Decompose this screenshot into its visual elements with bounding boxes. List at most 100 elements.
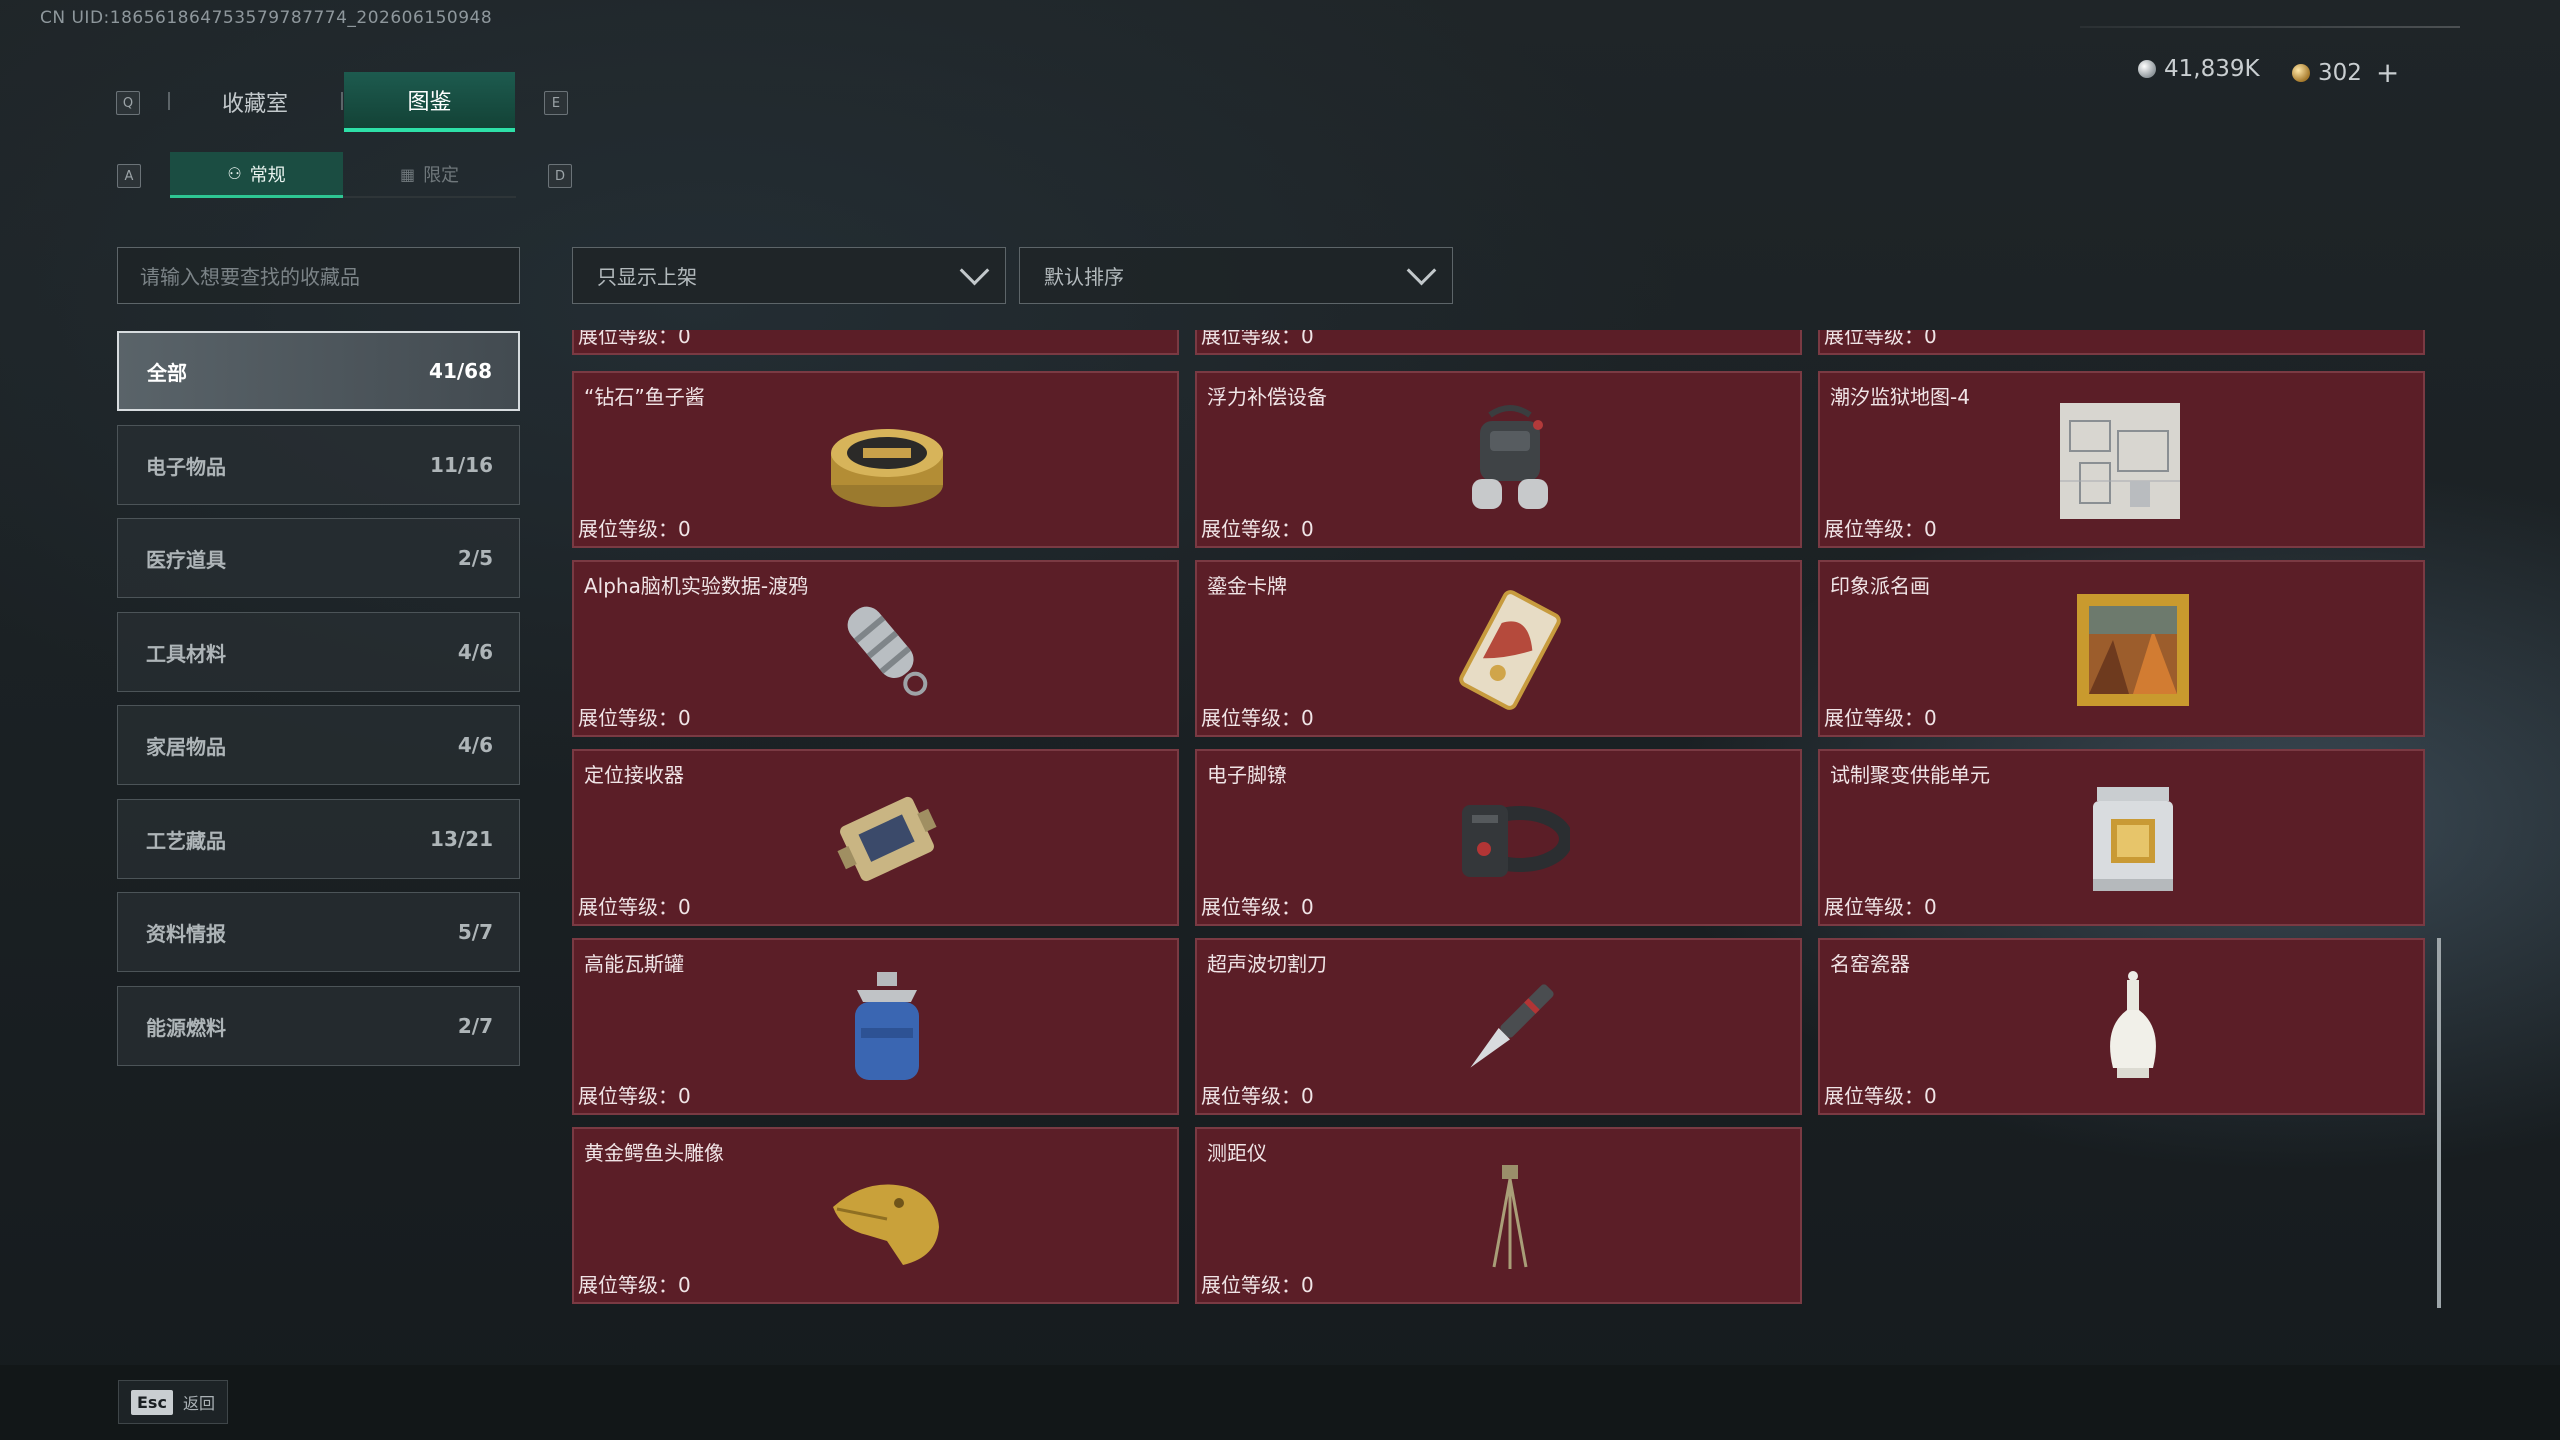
bottle-icon: ⚇	[227, 164, 242, 183]
silver-amount: 41,839K	[2164, 56, 2260, 82]
item-card-fusion-cell[interactable]: 试制聚变供能单元 展位等级：0	[1818, 749, 2425, 926]
sort-value: 默认排序	[1044, 265, 1124, 289]
image-icon: ▦	[399, 164, 416, 184]
item-level: 展位等级：0	[1201, 1273, 1314, 1297]
item-name: 黄金鳄鱼头雕像	[584, 1141, 724, 1165]
ultrasonic-knife-icon	[1470, 984, 1554, 1068]
item-name: 浮力补偿设备	[1207, 385, 1327, 409]
item-card-caviar[interactable]: “钻石”鱼子酱 展位等级：0	[572, 371, 1179, 548]
gold-coin-icon	[2292, 63, 2310, 82]
category-intel[interactable]: 资料情报 5/7	[117, 892, 520, 972]
rangefinder-tripod-icon	[1492, 1165, 1528, 1269]
framed-painting-icon	[2077, 594, 2189, 706]
item-name: 测距仪	[1207, 1141, 1267, 1165]
category-label: 工具材料	[146, 641, 226, 666]
partial-row: 展位等级：0 展位等级：0 展位等级：0	[572, 330, 2425, 355]
item-card-gilded-card[interactable]: 鎏金卡牌 展位等级：0	[1195, 560, 1802, 737]
item-card-alpha-data[interactable]: Alpha脑机实验数据-渡鸦 展位等级：0	[572, 560, 1179, 737]
category-label: 能源燃料	[146, 1015, 226, 1040]
item-card-buoyancy-device[interactable]: 浮力补偿设备 展位等级：0	[1195, 371, 1802, 548]
item-name: 高能瓦斯罐	[584, 952, 684, 976]
key-hint-d: D	[548, 164, 572, 188]
item-name: Alpha脑机实验数据-渡鸦	[584, 574, 809, 598]
ankle-monitor-icon	[1462, 805, 1570, 877]
category-electronics[interactable]: 电子物品 11/16	[117, 425, 520, 505]
category-label: 电子物品	[146, 454, 226, 479]
item-name: “钻石”鱼子酱	[584, 385, 705, 409]
item-name: 定位接收器	[584, 763, 684, 787]
category-tools[interactable]: 工具材料 4/6	[117, 612, 520, 692]
data-capsule-icon	[847, 606, 928, 696]
search-input[interactable]: 请输入想要查找的收藏品	[117, 247, 520, 304]
item-level: 展位等级：0	[578, 706, 691, 730]
gold-amount: 302	[2318, 59, 2362, 86]
shelf-filter-value: 只显示上架	[597, 265, 697, 289]
item-card-prison-map[interactable]: 潮汐监狱地图-4 展位等级：0	[1818, 371, 2425, 548]
item-name: 名窑瓷器	[1830, 952, 1910, 976]
category-crafts[interactable]: 工艺藏品 13/21	[117, 799, 520, 879]
item-level: 展位等级：0	[1824, 330, 1937, 348]
item-level: 展位等级：0	[578, 517, 691, 541]
item-card-gas-canister[interactable]: 高能瓦斯罐 展位等级：0	[572, 938, 1179, 1115]
category-label: 全部	[147, 360, 187, 385]
item-level: 展位等级：0	[1824, 1084, 1937, 1108]
item-card-rangefinder[interactable]: 测距仪 展位等级：0	[1195, 1127, 1802, 1304]
key-hint-a: A	[117, 164, 141, 188]
back-button[interactable]: Esc 返回	[118, 1380, 228, 1424]
shelf-filter-dropdown[interactable]: 只显示上架	[572, 247, 1006, 304]
item-level: 展位等级：0	[1201, 895, 1314, 919]
scrollbar[interactable]	[2437, 938, 2441, 1308]
item-card-partial[interactable]: 展位等级：0	[1818, 330, 2425, 355]
category-label: 资料情报	[146, 921, 226, 946]
item-name: 鎏金卡牌	[1207, 574, 1287, 598]
category-fuel[interactable]: 能源燃料 2/7	[117, 986, 520, 1066]
item-level: 展位等级：0	[1824, 517, 1937, 541]
item-card-locator[interactable]: 定位接收器 展位等级：0	[572, 749, 1179, 926]
category-count: 4/6	[457, 640, 493, 664]
silver-coin-icon	[2138, 60, 2156, 78]
category-medical[interactable]: 医疗道具 2/5	[117, 518, 520, 598]
category-count: 2/7	[457, 1014, 493, 1038]
buoyancy-device-icon	[1472, 405, 1548, 509]
tab-codex[interactable]: 图鉴	[344, 72, 515, 132]
gold-currency: 302 +	[2292, 56, 2399, 89]
item-card-porcelain[interactable]: 名窑瓷器 展位等级：0	[1818, 938, 2425, 1115]
caviar-tin-icon	[831, 429, 943, 507]
item-card-ultrasonic-knife[interactable]: 超声波切割刀 展位等级：0	[1195, 938, 1802, 1115]
item-level: 展位等级：0	[1201, 330, 1314, 348]
sort-dropdown[interactable]: 默认排序	[1019, 247, 1453, 304]
golden-crocodile-icon	[833, 1184, 939, 1265]
item-level: 展位等级：0	[1201, 517, 1314, 541]
item-level: 展位等级：0	[578, 1273, 691, 1297]
item-card-painting[interactable]: 印象派名画 展位等级：0	[1818, 560, 2425, 737]
tab-separator	[341, 92, 343, 110]
category-label: 医疗道具	[146, 547, 226, 572]
item-name: 电子脚镣	[1207, 763, 1287, 787]
item-level: 展位等级：0	[1201, 706, 1314, 730]
item-name: 试制聚变供能单元	[1830, 763, 1990, 787]
porcelain-vase-icon	[2110, 971, 2156, 1078]
gilded-card-icon	[1459, 590, 1561, 710]
chevron-down-icon	[1406, 255, 1437, 286]
subtab-limited[interactable]: ▦ 限定	[343, 152, 516, 198]
esc-key: Esc	[131, 1389, 173, 1415]
item-card-partial[interactable]: 展位等级：0	[572, 330, 1179, 355]
item-level: 展位等级：0	[578, 330, 691, 348]
key-hint-q: Q	[116, 91, 140, 115]
key-hint-e: E	[544, 91, 568, 115]
item-level: 展位等级：0	[578, 895, 691, 919]
prison-map-icon	[2060, 403, 2180, 519]
subtab-regular[interactable]: ⚇ 常规	[170, 152, 343, 198]
item-level: 展位等级：0	[1201, 1084, 1314, 1108]
category-count: 2/5	[457, 546, 493, 570]
uid-text: CN UID:186561864753579787774_20260615094…	[40, 8, 493, 28]
item-card-ankle-monitor[interactable]: 电子脚镣 展位等级：0	[1195, 749, 1802, 926]
item-card-golden-crocodile[interactable]: 黄金鳄鱼头雕像 展位等级：0	[572, 1127, 1179, 1304]
category-household[interactable]: 家居物品 4/6	[117, 705, 520, 785]
item-card-partial[interactable]: 展位等级：0	[1195, 330, 1802, 355]
add-currency-button[interactable]: +	[2376, 56, 2399, 89]
silver-currency: 41,839K	[2138, 56, 2260, 82]
item-name: 印象派名画	[1830, 574, 1930, 598]
category-all[interactable]: 全部 41/68	[117, 331, 520, 411]
tab-collection-room[interactable]: 收藏室	[170, 72, 340, 132]
